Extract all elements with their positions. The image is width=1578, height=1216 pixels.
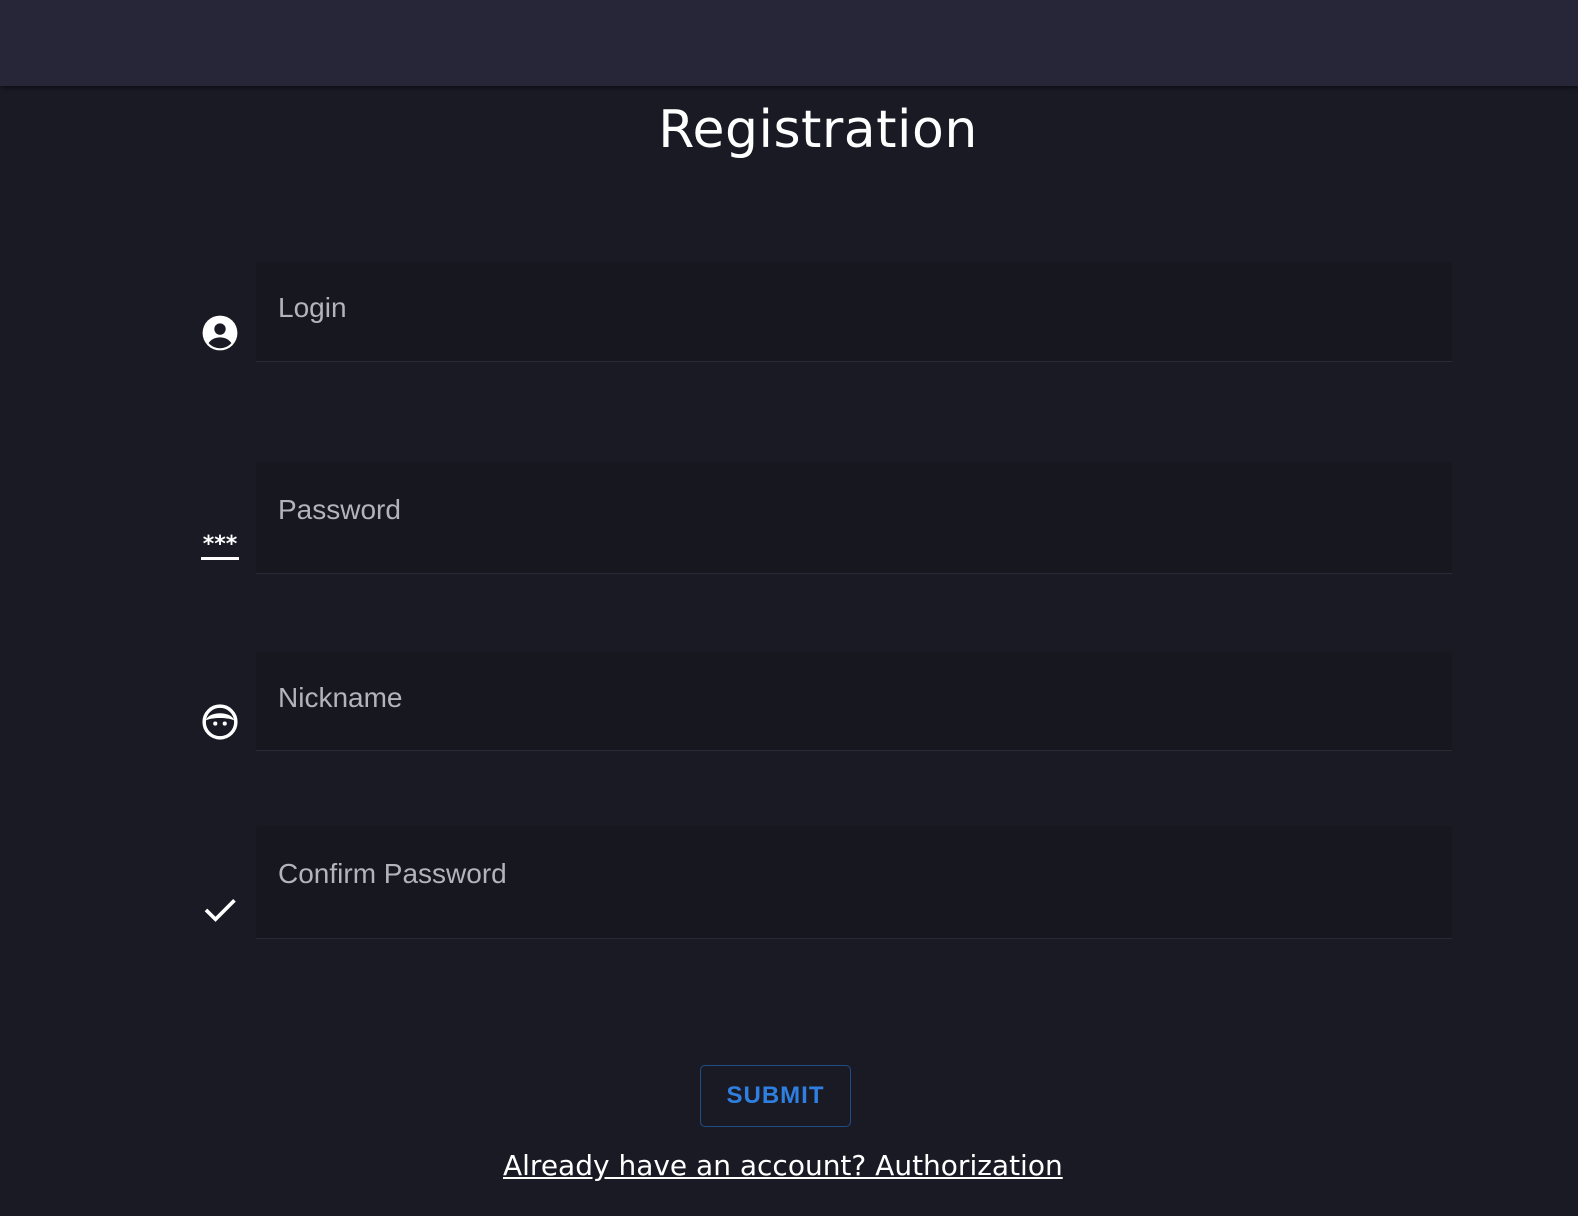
confirm-password-label: Confirm Password	[278, 858, 507, 889]
face-icon	[200, 702, 240, 742]
nickname-label: Nickname	[278, 682, 403, 713]
password-icon: ***	[200, 528, 240, 568]
login-label: Login	[278, 292, 347, 323]
login-field[interactable]: Login	[256, 262, 1452, 362]
password-field[interactable]: Password	[256, 462, 1452, 574]
svg-text:***: ***	[203, 532, 238, 557]
top-app-bar	[0, 0, 1578, 86]
nickname-field[interactable]: Nickname	[256, 652, 1452, 751]
confirm-password-field[interactable]: Confirm Password	[256, 826, 1452, 939]
authorization-link[interactable]: Already have an account? Authorization	[503, 1149, 1077, 1182]
check-icon	[200, 890, 240, 930]
password-label: Password	[278, 494, 401, 525]
account-circle-icon	[200, 313, 240, 353]
submit-button[interactable]: SUBMIT	[700, 1065, 851, 1127]
page-title: Registration	[658, 100, 978, 160]
